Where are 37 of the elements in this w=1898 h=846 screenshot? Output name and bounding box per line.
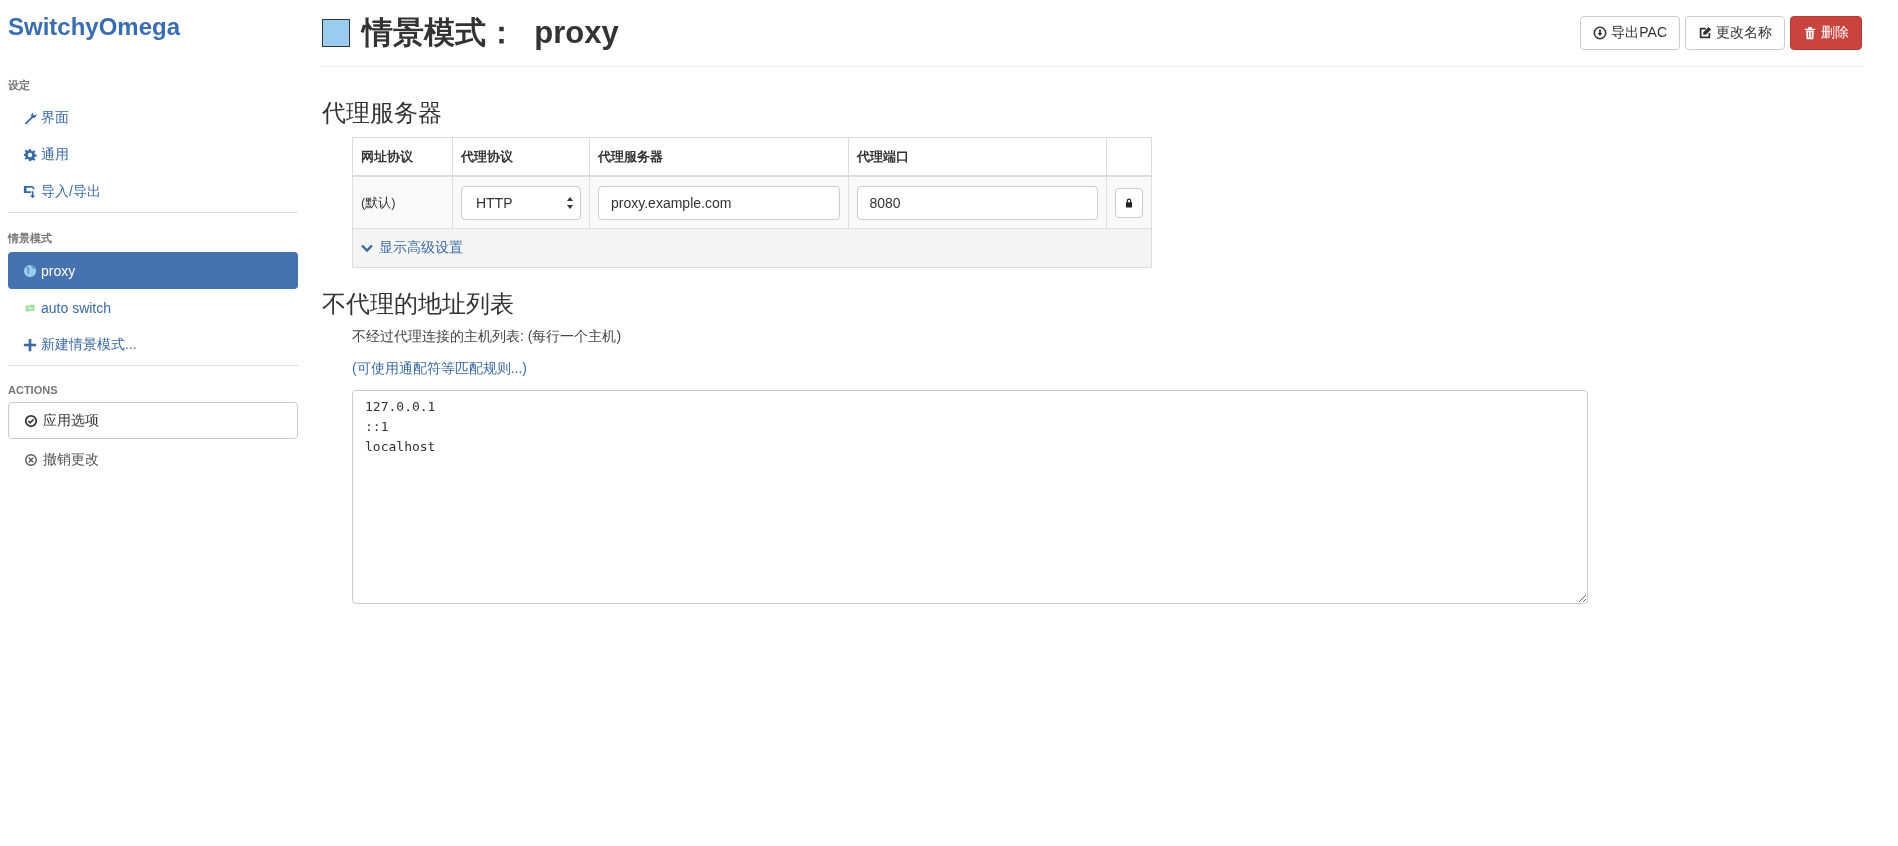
section-header: 设定	[8, 78, 31, 93]
close-circle-icon	[24, 452, 38, 467]
updown-icon	[566, 195, 575, 210]
apply-button[interactable]: 应用选项	[8, 402, 298, 439]
rules-help-link[interactable]: (可使用通配符等匹配规则...)	[352, 360, 527, 378]
section-title: 代理服务器	[322, 98, 443, 128]
nav-item[interactable]: 导入/导出	[8, 173, 298, 210]
export-pac-button[interactable]: 导出PAC	[1580, 16, 1680, 50]
edit-icon	[1698, 26, 1712, 40]
protocol-select[interactable]: HTTP	[460, 185, 582, 220]
section-header: 情景模式	[8, 231, 53, 246]
port-input[interactable]: 8080	[856, 185, 1098, 220]
trash-icon	[1803, 26, 1817, 40]
page-title: 情景模式： proxy	[362, 14, 619, 52]
download-icon	[1593, 26, 1608, 40]
help-text: 不经过代理连接的主机列表: (每行一个主机)	[352, 328, 623, 346]
nav-item[interactable]: 界面	[8, 99, 298, 136]
table-cell: (默认)	[352, 176, 453, 229]
nav-item[interactable]: 通用	[8, 136, 298, 173]
bypass-list-textarea[interactable]: 127.0.0.1 ::1 localhost	[352, 390, 1588, 604]
profile-item[interactable]: proxy	[8, 252, 298, 289]
plus-icon	[23, 337, 37, 352]
wrench-icon	[23, 110, 37, 125]
section-title: 不代理的地址列表	[322, 289, 515, 319]
server-input[interactable]: proxy.example.com	[598, 185, 840, 220]
profile-item[interactable]: auto switch	[8, 289, 298, 326]
chevron-down-icon	[361, 242, 373, 254]
save-icon	[23, 184, 37, 199]
check-circle-icon	[24, 413, 38, 428]
section-header: ACTIONS	[8, 384, 59, 396]
app-logo: SwitchyOmega	[8, 12, 182, 42]
advanced-settings-toggle[interactable]: 显示高级设置	[361, 239, 463, 257]
new-profile-link[interactable]: 新建情景模式...	[8, 326, 298, 363]
delete-button[interactable]: 删除	[1790, 16, 1862, 50]
lock-button[interactable]	[1114, 187, 1143, 218]
settings-icon	[23, 147, 37, 162]
rename-button[interactable]: 更改名称	[1685, 16, 1785, 50]
